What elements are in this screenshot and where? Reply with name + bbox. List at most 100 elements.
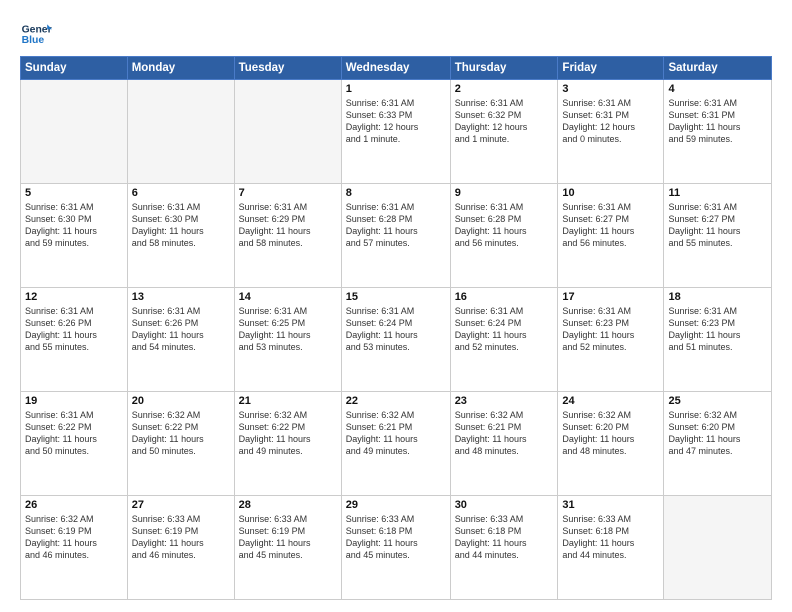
day-number: 4: [668, 83, 767, 95]
calendar-cell: 24 Sunrise: 6:32 AM Sunset: 6:20 PM Dayli…: [558, 392, 664, 496]
calendar-week-5: 26Sunrise: 6:32 AM Sunset: 6:19 PM Dayli…: [21, 496, 772, 600]
day-info: Sunrise: 6:32 AM Sunset: 6:22 PM Dayligh…: [239, 409, 337, 458]
column-header-wednesday: Wednesday: [341, 57, 450, 80]
day-number: 12: [25, 291, 123, 303]
calendar-cell: [664, 496, 772, 600]
day-info: Sunrise: 6:31 AM Sunset: 6:26 PM Dayligh…: [132, 305, 230, 354]
day-number: 1: [346, 83, 446, 95]
day-number: 30: [455, 499, 554, 511]
column-header-monday: Monday: [127, 57, 234, 80]
day-number: 9: [455, 187, 554, 199]
day-number: 14: [239, 291, 337, 303]
day-number: 19: [25, 395, 123, 407]
day-number: 25: [668, 395, 767, 407]
calendar-cell: 12Sunrise: 6:31 AM Sunset: 6:26 PM Dayli…: [21, 288, 128, 392]
calendar-cell: 18 Sunrise: 6:31 AM Sunset: 6:23 PM Dayli…: [664, 288, 772, 392]
day-info: Sunrise: 6:31 AM Sunset: 6:31 PM Dayligh…: [562, 97, 659, 146]
column-header-saturday: Saturday: [664, 57, 772, 80]
day-info: Sunrise: 6:31 AM Sunset: 6:23 PM Dayligh…: [562, 305, 659, 354]
logo-icon: General Blue: [20, 18, 52, 50]
calendar-cell: 3 Sunrise: 6:31 AM Sunset: 6:31 PM Daylig…: [558, 80, 664, 184]
calendar-cell: 23 Sunrise: 6:32 AM Sunset: 6:21 PM Dayli…: [450, 392, 558, 496]
calendar-week-3: 12 Sunrise: 6:31 AM Sunset: 6:26 PM Dayli…: [21, 288, 772, 392]
calendar-cell: 17 Sunrise: 6:31 AM Sunset: 6:23 PM Dayli…: [558, 288, 664, 392]
calendar-cell: 11 Sunrise: 6:31 AM Sunset: 6:27 PM Dayli…: [664, 184, 772, 288]
column-header-tuesday: Tuesday: [234, 57, 341, 80]
calendar-cell: 27 Sunrise: 6:33 AM Sunset: 6:19 PM Dayli…: [127, 496, 234, 600]
calendar-cell: 28Sunrise: 6:33 AM Sunset: 6:19 PM Dayli…: [234, 496, 341, 600]
calendar-cell: 30 Sunrise: 6:33 AM Sunset: 6:18 PM Dayli…: [450, 496, 558, 600]
day-info: Sunrise: 6:31 AM Sunset: 6:28 PM Dayligh…: [455, 201, 554, 250]
day-number: 13: [132, 291, 230, 303]
calendar-cell: 19Sunrise: 6:31 AM Sunset: 6:22 PM Dayli…: [21, 392, 128, 496]
calendar-cell: 6Sunrise: 6:31 AM Sunset: 6:30 PM Daylig…: [127, 184, 234, 288]
calendar-cell: 29 Sunrise: 6:33 AM Sunset: 6:18 PM Dayli…: [341, 496, 450, 600]
day-number: 10: [562, 187, 659, 199]
column-header-sunday: Sunday: [21, 57, 128, 80]
day-number: 11: [668, 187, 767, 199]
day-info: Sunrise: 6:33 AM Sunset: 6:19 PM Dayligh…: [239, 513, 337, 562]
day-number: 29: [346, 499, 446, 511]
day-info: Sunrise: 6:31 AM Sunset: 6:27 PM Dayligh…: [562, 201, 659, 250]
day-info: Sunrise: 6:31 AM Sunset: 6:31 PM Dayligh…: [668, 97, 767, 146]
calendar-week-1: 1 Sunrise: 6:31 AM Sunset: 6:33 PM Daylig…: [21, 80, 772, 184]
day-info: Sunrise: 6:32 AM Sunset: 6:21 PM Dayligh…: [346, 409, 446, 458]
day-number: 22: [346, 395, 446, 407]
calendar-cell: 14 Sunrise: 6:31 AM Sunset: 6:25 PM Dayli…: [234, 288, 341, 392]
calendar-cell: 10 Sunrise: 6:31 AM Sunset: 6:27 PM Dayli…: [558, 184, 664, 288]
calendar-cell: 16 Sunrise: 6:31 AM Sunset: 6:24 PM Dayli…: [450, 288, 558, 392]
calendar-cell: 21Sunrise: 6:32 AM Sunset: 6:22 PM Dayli…: [234, 392, 341, 496]
calendar-cell: 9 Sunrise: 6:31 AM Sunset: 6:28 PM Daylig…: [450, 184, 558, 288]
day-number: 7: [239, 187, 337, 199]
day-info: Sunrise: 6:31 AM Sunset: 6:30 PM Dayligh…: [132, 201, 230, 250]
column-header-friday: Friday: [558, 57, 664, 80]
day-number: 8: [346, 187, 446, 199]
calendar-cell: 25Sunrise: 6:32 AM Sunset: 6:20 PM Dayli…: [664, 392, 772, 496]
day-number: 27: [132, 499, 230, 511]
day-number: 17: [562, 291, 659, 303]
calendar-cell: 26Sunrise: 6:32 AM Sunset: 6:19 PM Dayli…: [21, 496, 128, 600]
day-info: Sunrise: 6:31 AM Sunset: 6:23 PM Dayligh…: [668, 305, 767, 354]
day-number: 20: [132, 395, 230, 407]
day-number: 24: [562, 395, 659, 407]
calendar-cell: 2 Sunrise: 6:31 AM Sunset: 6:32 PM Daylig…: [450, 80, 558, 184]
calendar-cell: [234, 80, 341, 184]
day-number: 5: [25, 187, 123, 199]
day-info: Sunrise: 6:31 AM Sunset: 6:27 PM Dayligh…: [668, 201, 767, 250]
day-info: Sunrise: 6:33 AM Sunset: 6:18 PM Dayligh…: [562, 513, 659, 562]
day-info: Sunrise: 6:32 AM Sunset: 6:21 PM Dayligh…: [455, 409, 554, 458]
calendar-page: General Blue SundayMondayTuesdayWednesda…: [0, 0, 792, 612]
calendar-cell: 4 Sunrise: 6:31 AM Sunset: 6:31 PM Daylig…: [664, 80, 772, 184]
calendar-cell: 13 Sunrise: 6:31 AM Sunset: 6:26 PM Dayli…: [127, 288, 234, 392]
day-number: 18: [668, 291, 767, 303]
calendar-table: SundayMondayTuesdayWednesdayThursdayFrid…: [20, 56, 772, 600]
calendar-cell: [127, 80, 234, 184]
calendar-cell: 8 Sunrise: 6:31 AM Sunset: 6:28 PM Daylig…: [341, 184, 450, 288]
day-number: 31: [562, 499, 659, 511]
calendar-week-2: 5 Sunrise: 6:31 AM Sunset: 6:30 PM Daylig…: [21, 184, 772, 288]
day-info: Sunrise: 6:31 AM Sunset: 6:33 PM Dayligh…: [346, 97, 446, 146]
day-info: Sunrise: 6:32 AM Sunset: 6:20 PM Dayligh…: [562, 409, 659, 458]
day-info: Sunrise: 6:33 AM Sunset: 6:18 PM Dayligh…: [346, 513, 446, 562]
day-number: 3: [562, 83, 659, 95]
calendar-cell: 20Sunrise: 6:32 AM Sunset: 6:22 PM Dayli…: [127, 392, 234, 496]
svg-text:Blue: Blue: [22, 35, 45, 46]
logo: General Blue: [20, 18, 52, 50]
day-info: Sunrise: 6:31 AM Sunset: 6:32 PM Dayligh…: [455, 97, 554, 146]
day-info: Sunrise: 6:33 AM Sunset: 6:18 PM Dayligh…: [455, 513, 554, 562]
calendar-cell: [21, 80, 128, 184]
calendar-cell: 31 Sunrise: 6:33 AM Sunset: 6:18 PM Dayli…: [558, 496, 664, 600]
day-info: Sunrise: 6:31 AM Sunset: 6:28 PM Dayligh…: [346, 201, 446, 250]
day-number: 15: [346, 291, 446, 303]
day-info: Sunrise: 6:31 AM Sunset: 6:25 PM Dayligh…: [239, 305, 337, 354]
day-number: 16: [455, 291, 554, 303]
day-number: 26: [25, 499, 123, 511]
day-info: Sunrise: 6:33 AM Sunset: 6:19 PM Dayligh…: [132, 513, 230, 562]
day-number: 2: [455, 83, 554, 95]
day-number: 23: [455, 395, 554, 407]
day-info: Sunrise: 6:31 AM Sunset: 6:24 PM Dayligh…: [455, 305, 554, 354]
column-header-thursday: Thursday: [450, 57, 558, 80]
day-info: Sunrise: 6:31 AM Sunset: 6:30 PM Dayligh…: [25, 201, 123, 250]
calendar-cell: 22 Sunrise: 6:32 AM Sunset: 6:21 PM Dayli…: [341, 392, 450, 496]
calendar-cell: 7Sunrise: 6:31 AM Sunset: 6:29 PM Daylig…: [234, 184, 341, 288]
